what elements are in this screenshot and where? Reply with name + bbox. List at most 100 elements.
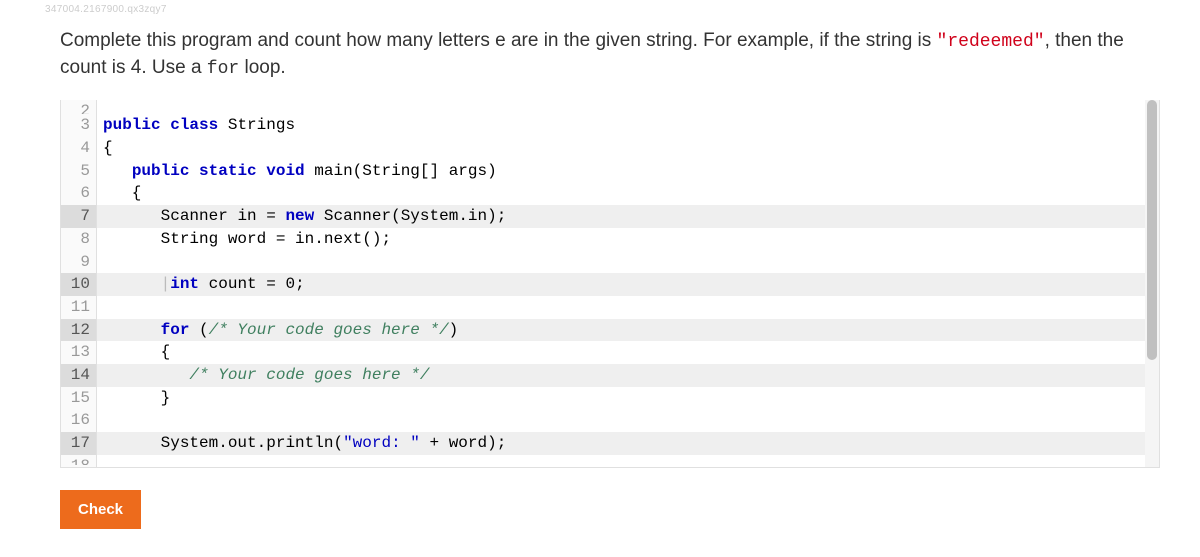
- code-token: Scanner: [161, 207, 228, 225]
- instr-keyword: for: [207, 59, 239, 79]
- code-token: +: [420, 434, 449, 452]
- code-line[interactable]: String word = in.next();: [97, 228, 1159, 251]
- code-area[interactable]: public class Strings { public static void…: [97, 100, 1159, 467]
- code-token: count: [209, 275, 257, 293]
- code-line[interactable]: [97, 296, 1159, 319]
- line-number: 2: [61, 100, 96, 114]
- code-line[interactable]: {: [97, 341, 1159, 364]
- code-token: word: [228, 230, 266, 248]
- code-token: public: [132, 162, 190, 180]
- instr-example: "redeemed": [937, 32, 1045, 52]
- code-line[interactable]: [97, 100, 1159, 114]
- code-token: .: [257, 434, 267, 452]
- code-token: (: [391, 207, 401, 225]
- code-line[interactable]: |int count = 0;: [97, 273, 1159, 296]
- code-editor[interactable]: 23456789101112131415161718 public class …: [60, 100, 1160, 468]
- line-number: 4: [61, 137, 96, 160]
- code-token: [257, 162, 267, 180]
- line-number: 10: [61, 273, 96, 296]
- code-token: {: [103, 139, 113, 157]
- code-token: {: [103, 343, 170, 361]
- code-line[interactable]: /* Your code goes here */: [97, 364, 1159, 387]
- code-token: .: [458, 207, 468, 225]
- code-token: [103, 434, 161, 452]
- code-token: [103, 321, 161, 339]
- code-line[interactable]: Scanner in = new Scanner(System.in);: [97, 205, 1159, 228]
- code-token: ();: [362, 230, 391, 248]
- line-number: 16: [61, 409, 96, 432]
- code-line[interactable]: public class Strings: [97, 114, 1159, 137]
- instr-part2: are in the given string. For example, if…: [506, 30, 937, 51]
- code-token: Strings: [228, 116, 295, 134]
- line-number: 9: [61, 251, 96, 274]
- code-token: =: [257, 275, 286, 293]
- code-token: [103, 275, 161, 293]
- line-number: 12: [61, 319, 96, 342]
- code-token: [314, 207, 324, 225]
- code-token: (: [333, 434, 343, 452]
- instr-letter: e: [495, 30, 506, 51]
- code-token: [161, 116, 171, 134]
- code-line[interactable]: public static void main(String[] args): [97, 160, 1159, 183]
- code-token: int: [170, 275, 199, 293]
- code-line[interactable]: System.out.println("word: " + word);: [97, 432, 1159, 455]
- code-token: [103, 366, 189, 384]
- code-token: System: [401, 207, 459, 225]
- code-token: [228, 207, 238, 225]
- code-token: in: [237, 207, 256, 225]
- code-line[interactable]: {: [97, 137, 1159, 160]
- code-token: 0: [285, 275, 295, 293]
- code-token: "word: ": [343, 434, 420, 452]
- code-token: main: [314, 162, 352, 180]
- code-token: word: [449, 434, 487, 452]
- code-token: println: [266, 434, 333, 452]
- code-token: in: [468, 207, 487, 225]
- watermark-id: 347004.2167900.qx3zqy7: [45, 4, 167, 15]
- line-number: 3: [61, 114, 96, 137]
- scrollbar-thumb[interactable]: [1147, 100, 1157, 360]
- instructions-text: Complete this program and count how many…: [60, 28, 1160, 82]
- code-token: new: [285, 207, 314, 225]
- line-number: 6: [61, 182, 96, 205]
- code-token: void: [266, 162, 304, 180]
- instr-part1: Complete this program and count how many…: [60, 30, 495, 51]
- code-token: [103, 207, 161, 225]
- code-token: System: [161, 434, 219, 452]
- code-token: []: [420, 162, 449, 180]
- line-number: 17: [61, 432, 96, 455]
- scrollbar-track[interactable]: [1145, 100, 1159, 467]
- code-token: =: [266, 230, 295, 248]
- code-token: );: [487, 207, 506, 225]
- code-token: [305, 162, 315, 180]
- code-token: =: [257, 207, 286, 225]
- code-token: String: [362, 162, 420, 180]
- code-token: );: [487, 434, 506, 452]
- code-token: for: [161, 321, 190, 339]
- code-line[interactable]: [97, 455, 1159, 465]
- code-token: ): [449, 321, 459, 339]
- code-line[interactable]: }: [97, 387, 1159, 410]
- code-token: ): [487, 162, 497, 180]
- code-token: /* Your code goes here */: [189, 366, 429, 384]
- line-number-gutter: 23456789101112131415161718: [61, 100, 97, 467]
- code-token: public: [103, 116, 161, 134]
- code-token: next: [324, 230, 362, 248]
- line-number: 13: [61, 341, 96, 364]
- code-token: }: [103, 389, 170, 407]
- code-token: .: [314, 230, 324, 248]
- code-token: class: [170, 116, 218, 134]
- line-number: 15: [61, 387, 96, 410]
- instr-part4: loop.: [239, 57, 285, 78]
- code-token: [189, 162, 199, 180]
- code-token: [199, 275, 209, 293]
- code-line[interactable]: for (/* Your code goes here */): [97, 319, 1159, 342]
- code-token: |: [161, 275, 171, 293]
- code-line[interactable]: [97, 251, 1159, 274]
- line-number: 14: [61, 364, 96, 387]
- code-line[interactable]: [97, 409, 1159, 432]
- check-button[interactable]: Check: [60, 490, 141, 529]
- exercise-container: Complete this program and count how many…: [0, 0, 1200, 549]
- code-line[interactable]: {: [97, 182, 1159, 205]
- line-number: 8: [61, 228, 96, 251]
- code-token: [103, 162, 132, 180]
